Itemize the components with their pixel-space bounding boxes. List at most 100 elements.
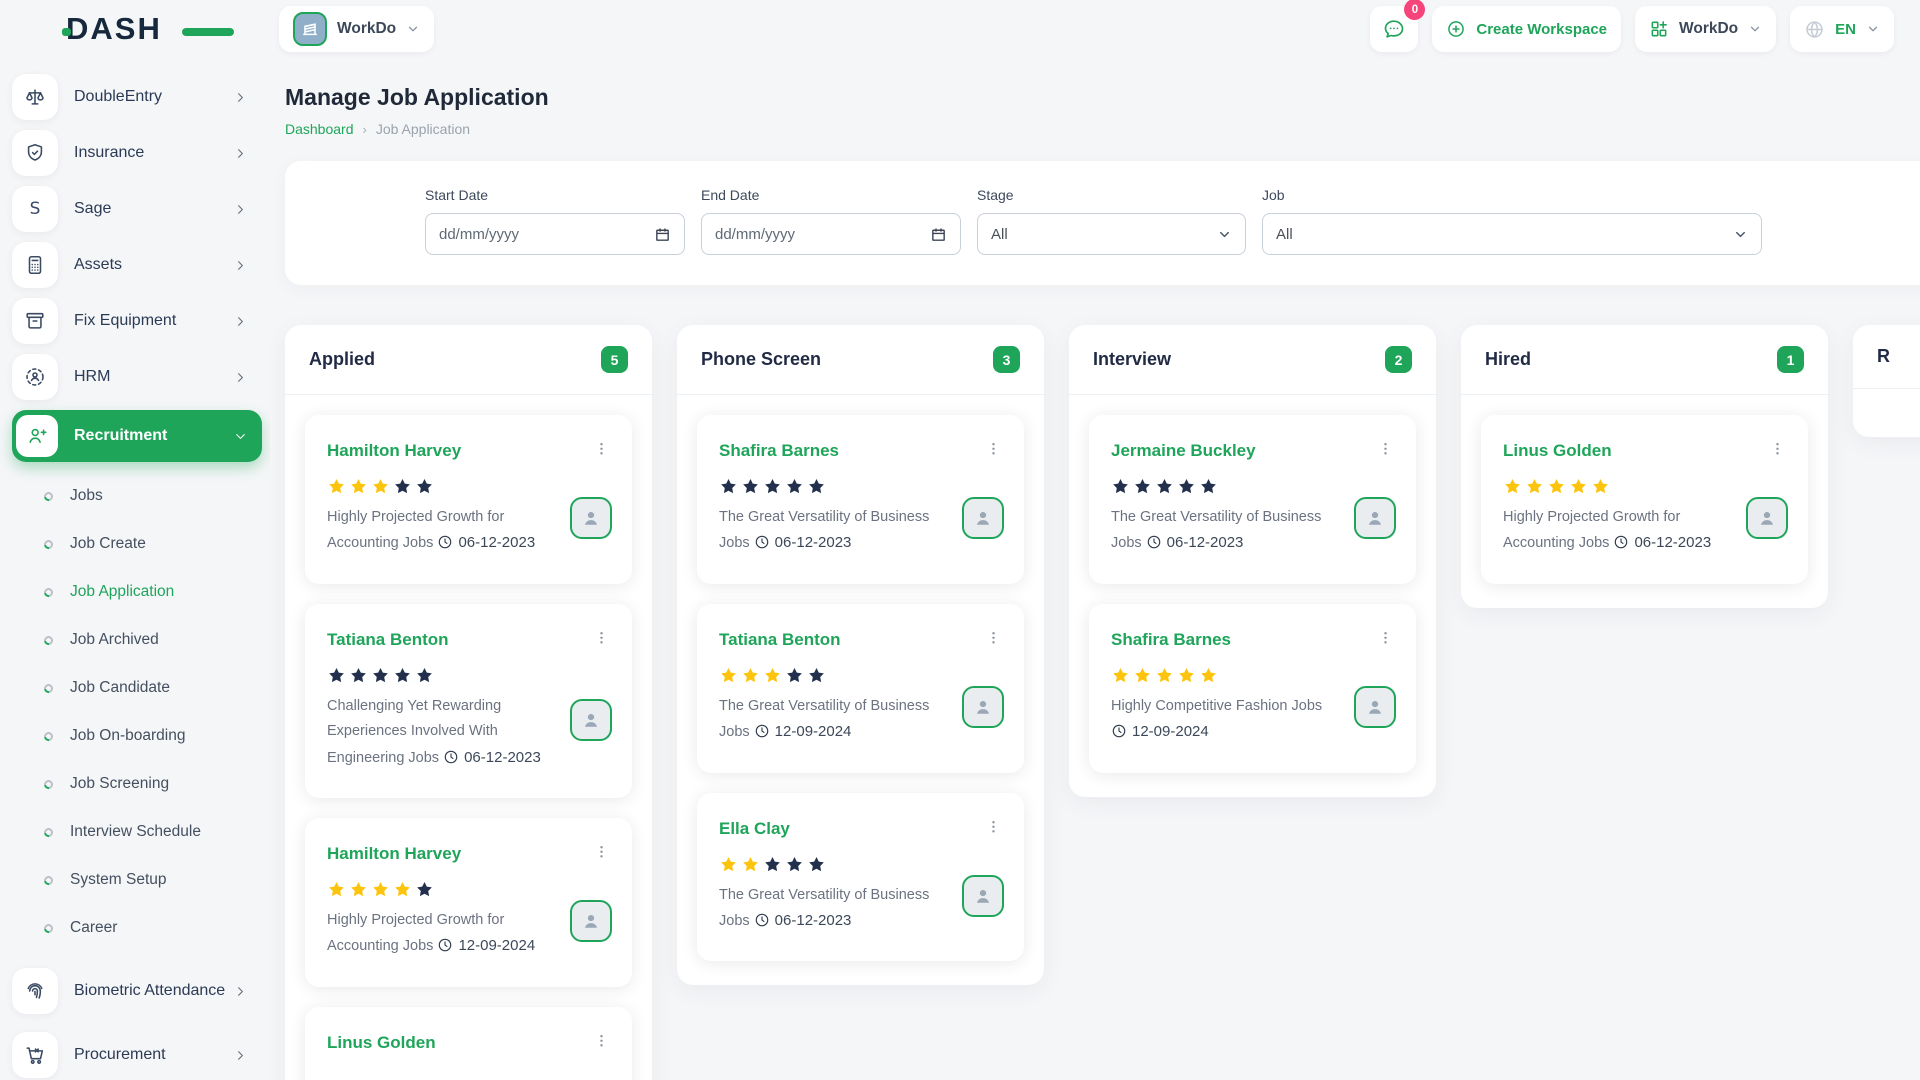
star-icon	[785, 855, 804, 874]
star-icon	[349, 477, 368, 496]
candidate-name-link[interactable]: Shafira Barnes	[719, 441, 839, 461]
dots-vertical-icon[interactable]	[591, 1033, 612, 1050]
sidebar-item-biometric-attendance[interactable]: Biometric Attendance	[12, 960, 262, 1022]
chevron-right-icon	[233, 202, 248, 217]
sidebar-item-insurance[interactable]: Insurance	[12, 130, 262, 176]
messages-button[interactable]: 0	[1370, 6, 1418, 52]
sidebar-item-job-application[interactable]: Job Application	[12, 568, 262, 616]
column-body	[1853, 389, 1920, 429]
candidate-name-link[interactable]: Hamilton Harvey	[327, 441, 461, 461]
candidate-name-link[interactable]: Ella Clay	[719, 819, 790, 839]
sidebar-item-label: Job Create	[70, 535, 146, 553]
application-card[interactable]: Ella Clay The Great Versatility of Busine…	[697, 793, 1024, 962]
sidebar-item-label: Job Screening	[70, 775, 169, 793]
star-icon	[763, 477, 782, 496]
start-date-label: Start Date	[425, 187, 685, 203]
sidebar-item-procurement[interactable]: Procurement	[12, 1032, 262, 1078]
application-card[interactable]: Shafira BarnesThe Great Versatility of B…	[697, 415, 1024, 584]
chevron-right-icon	[233, 984, 248, 999]
sidebar-item-job-create[interactable]: Job Create	[12, 520, 262, 568]
dots-vertical-icon[interactable]	[1375, 630, 1396, 647]
workspace-menu[interactable]: WorkDo	[1635, 6, 1776, 52]
sidebar-item-fix-equipment[interactable]: Fix Equipment	[12, 298, 262, 344]
sidebar-item-jobs[interactable]: Jobs	[12, 472, 262, 520]
application-card[interactable]: Jermaine BuckleyThe Great Versatility of…	[1089, 415, 1416, 584]
candidate-avatar	[570, 699, 612, 741]
application-date: 06-12-2023	[1167, 534, 1244, 551]
chevron-right-icon	[233, 1048, 248, 1063]
sidebar-item-label: Interview Schedule	[70, 823, 201, 841]
dots-vertical-icon[interactable]	[591, 441, 612, 458]
start-date-input[interactable]	[425, 213, 685, 255]
filter-panel: Start Date End Date Stage All	[285, 161, 1920, 285]
chevron-down-icon	[1733, 227, 1748, 242]
dots-vertical-icon[interactable]	[983, 819, 1004, 836]
breadcrumb-dashboard-link[interactable]: Dashboard	[285, 121, 354, 137]
application-card[interactable]: Linus Golden	[305, 1007, 632, 1080]
app-logo[interactable]: DASH	[66, 11, 216, 47]
create-workspace-button[interactable]: Create Workspace	[1432, 6, 1621, 52]
dots-vertical-icon[interactable]	[1375, 441, 1396, 458]
application-card[interactable]: Hamilton HarveyHighly Projected Growth f…	[305, 818, 632, 987]
kanban-column-hired: Hired1Linus GoldenHighly Projected Growt…	[1461, 325, 1828, 608]
archive-icon	[12, 298, 58, 344]
calendar-icon[interactable]	[654, 226, 671, 243]
workspace-switcher[interactable]: WorkDo	[279, 6, 434, 52]
star-icon	[1177, 477, 1196, 496]
end-date-input[interactable]	[701, 213, 961, 255]
sidebar-item-job-archived[interactable]: Job Archived	[12, 616, 262, 664]
sidebar-item-doubleentry[interactable]: DoubleEntry	[12, 74, 262, 120]
application-card[interactable]: Tatiana Benton Challenging Yet Rewarding …	[305, 604, 632, 798]
stage-select[interactable]: All	[977, 213, 1246, 255]
start-date-field[interactable]	[439, 226, 646, 243]
star-icon	[741, 477, 760, 496]
stage-selected-value: All	[991, 226, 1008, 243]
candidate-name-link[interactable]: Linus Golden	[327, 1033, 436, 1053]
sidebar-item-job-candidate[interactable]: Job Candidate	[12, 664, 262, 712]
sidebar-item-recruitment[interactable]: Recruitment	[12, 410, 262, 462]
end-date-field[interactable]	[715, 226, 922, 243]
column-header: Phone Screen3	[677, 325, 1044, 395]
building-icon	[293, 12, 327, 46]
application-description: Highly Projected Growth for Accounting J…	[327, 505, 564, 560]
chevron-down-icon	[406, 22, 420, 36]
candidate-name-link[interactable]: Tatiana Benton	[719, 630, 841, 650]
dots-vertical-icon[interactable]	[591, 844, 612, 861]
job-select[interactable]: All	[1262, 213, 1762, 255]
candidate-name-link[interactable]: Jermaine Buckley	[1111, 441, 1256, 461]
sidebar-item-career[interactable]: Career	[12, 904, 262, 952]
application-card[interactable]: Hamilton Harvey Highly Projected Growth f…	[305, 415, 632, 584]
candidate-name-link[interactable]: Hamilton Harvey	[327, 844, 461, 864]
star-icon	[763, 855, 782, 874]
dots-vertical-icon[interactable]	[591, 630, 612, 647]
dots-vertical-icon[interactable]	[983, 441, 1004, 458]
calendar-icon[interactable]	[930, 226, 947, 243]
language-selector[interactable]: EN	[1790, 6, 1894, 52]
star-rating	[1111, 666, 1348, 685]
sidebar-item-sage[interactable]: SSage	[12, 186, 262, 232]
candidate-avatar	[570, 497, 612, 539]
sidebar-item-job-screening[interactable]: Job Screening	[12, 760, 262, 808]
application-description: The Great Versatility of Business Jobs 0…	[719, 883, 956, 938]
clock-icon	[437, 534, 453, 559]
application-card[interactable]: Linus GoldenHighly Projected Growth for …	[1481, 415, 1808, 584]
column-title: Applied	[309, 349, 375, 370]
application-card[interactable]: Shafira BarnesHighly Competitive Fashion…	[1089, 604, 1416, 773]
chevron-right-icon	[233, 258, 248, 273]
candidate-name-link[interactable]: Tatiana Benton	[327, 630, 449, 650]
star-icon	[1177, 666, 1196, 685]
sidebar-item-system-setup[interactable]: System Setup	[12, 856, 262, 904]
dots-vertical-icon[interactable]	[1767, 441, 1788, 458]
page-title: Manage Job Application	[285, 84, 549, 111]
sidebar-item-label: Procurement	[74, 1045, 233, 1064]
dots-vertical-icon[interactable]	[983, 630, 1004, 647]
sidebar-item-job-on-boarding[interactable]: Job On-boarding	[12, 712, 262, 760]
candidate-name-link[interactable]: Shafira Barnes	[1111, 630, 1231, 650]
application-card[interactable]: Tatiana BentonThe Great Versatility of B…	[697, 604, 1024, 773]
star-icon	[807, 477, 826, 496]
sidebar-item-assets[interactable]: Assets	[12, 242, 262, 288]
sidebar-item-hrm[interactable]: HRM	[12, 354, 262, 400]
sidebar-item-interview-schedule[interactable]: Interview Schedule	[12, 808, 262, 856]
candidate-name-link[interactable]: Linus Golden	[1503, 441, 1612, 461]
application-description: Challenging Yet Rewarding Experiences In…	[327, 694, 564, 774]
